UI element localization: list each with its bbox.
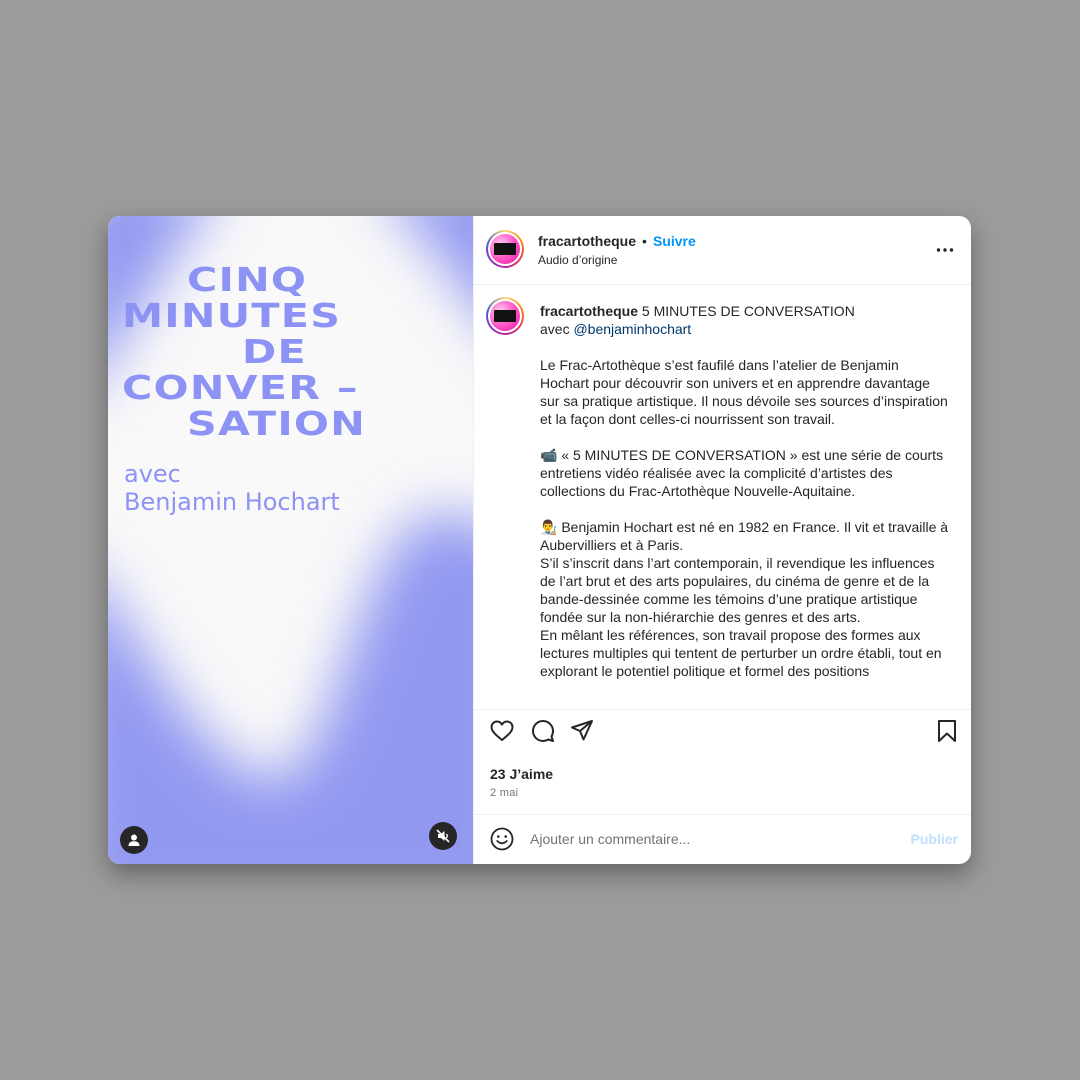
- brand-logo-icon: [494, 310, 516, 322]
- share-icon[interactable]: [569, 718, 595, 744]
- comment-icon[interactable]: [530, 718, 556, 744]
- post-date[interactable]: 2 mai: [490, 787, 518, 799]
- caption-paragraph: 👨‍🎨 Benjamin Hochart est né en 1982 en F…: [540, 519, 949, 679]
- poster-subtitle-line: avec: [124, 460, 181, 488]
- poster-title-line: CINQ: [187, 260, 308, 299]
- poster-title: CINQ MINUTES DE CONVER – SATION: [122, 262, 467, 442]
- speaker-muted-icon: [436, 829, 450, 843]
- poster-title-line: MINUTES: [122, 296, 342, 335]
- poster-title-line: CONVER –: [122, 368, 359, 407]
- user-icon: [128, 834, 140, 846]
- follow-button[interactable]: Suivre: [653, 233, 696, 249]
- post-actions: 23 J’aime 2 mai: [474, 709, 971, 815]
- avatar[interactable]: [486, 230, 524, 268]
- caption-paragraph: Le Frac-Artothèque s’est faufilé dans l’…: [540, 357, 948, 427]
- caption-username-link[interactable]: fracartotheque: [540, 303, 638, 319]
- mute-button[interactable]: [429, 822, 457, 850]
- poster-title-line: SATION: [187, 404, 367, 443]
- caption-text: fracartotheque 5 MINUTES DE CONVERSATION…: [540, 302, 950, 680]
- poster-subtitle-line: Benjamin Hochart: [124, 488, 340, 516]
- separator-dot: •: [642, 233, 647, 249]
- comment-composer: Publier: [474, 814, 971, 864]
- publish-button[interactable]: Publier: [911, 831, 958, 847]
- post-card: CINQ MINUTES DE CONVER – SATION avec Ben…: [108, 216, 971, 864]
- header-user-line: fracartotheque • Suivre: [538, 233, 696, 249]
- tagged-users-button[interactable]: [120, 826, 148, 854]
- post-media[interactable]: CINQ MINUTES DE CONVER – SATION avec Ben…: [108, 216, 473, 864]
- comment-input[interactable]: [530, 828, 890, 850]
- emoji-icon[interactable]: [489, 826, 515, 852]
- caption-paragraph: 📹 « 5 MINUTES DE CONVERSATION » est une …: [540, 447, 944, 499]
- poster-subtitle: avec Benjamin Hochart: [124, 460, 340, 516]
- audio-link[interactable]: Audio d’origine: [538, 253, 617, 267]
- more-horizontal-icon[interactable]: [935, 240, 955, 260]
- mention-link[interactable]: @benjaminhochart: [573, 321, 691, 337]
- caption-avec: avec: [540, 321, 574, 337]
- header-username-link[interactable]: fracartotheque: [538, 233, 636, 249]
- poster-title-line: DE: [242, 332, 307, 371]
- post-header: fracartotheque • Suivre Audio d’origine: [474, 216, 971, 285]
- bookmark-icon[interactable]: [934, 718, 960, 744]
- heart-icon[interactable]: [489, 718, 515, 744]
- likes-count[interactable]: 23 J’aime: [490, 766, 553, 782]
- brand-logo-icon: [494, 243, 516, 255]
- caption-headline: 5 MINUTES DE CONVERSATION: [638, 303, 855, 319]
- caption-section: fracartotheque 5 MINUTES DE CONVERSATION…: [474, 285, 971, 709]
- caption-avatar[interactable]: [486, 297, 524, 335]
- post-side-panel: fracartotheque • Suivre Audio d’origine fr…: [473, 216, 971, 864]
